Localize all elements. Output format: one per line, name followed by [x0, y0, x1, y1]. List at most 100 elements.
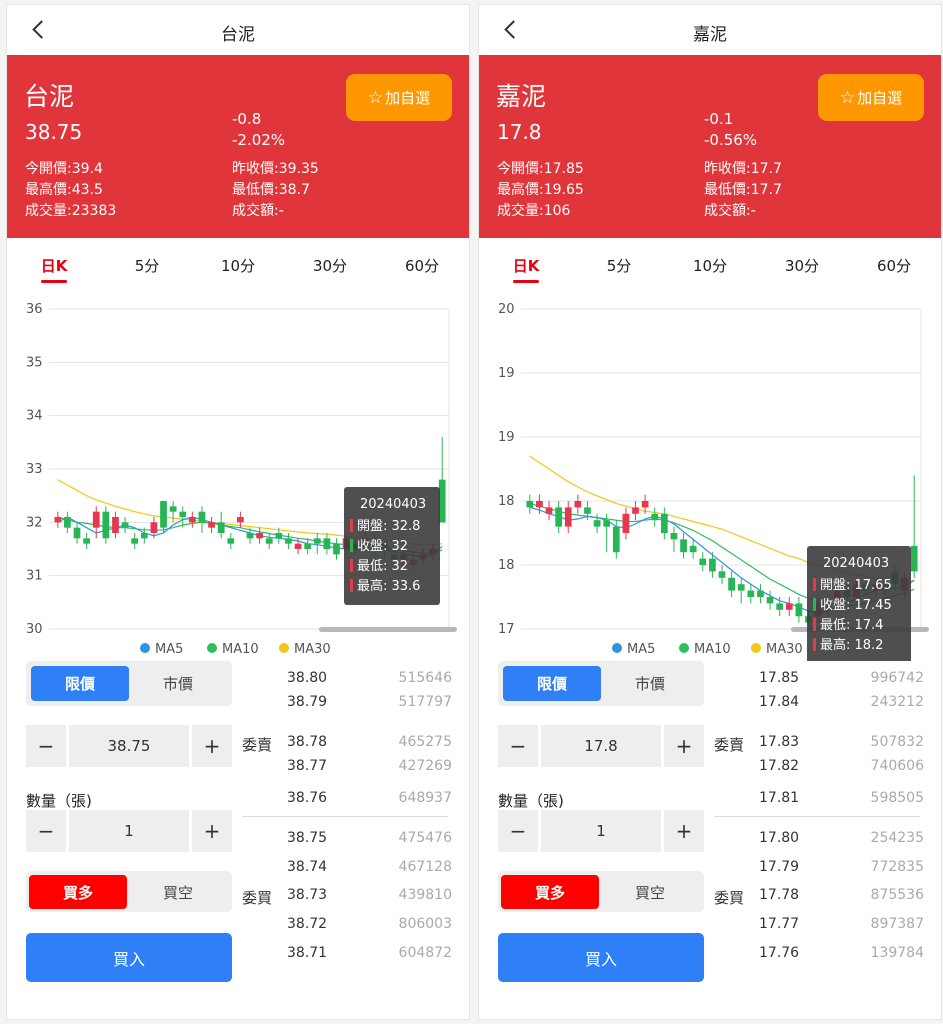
legend-dot: [140, 643, 150, 653]
ask-row: 17.82 740606: [712, 758, 932, 778]
candle-body: [584, 507, 591, 514]
price-change: -0.8: [232, 110, 262, 128]
bid-volume: 254235: [870, 830, 924, 846]
candle-body: [651, 513, 659, 521]
tab-10min[interactable]: 10分: [680, 255, 740, 276]
kline-chart[interactable]: 36 35 34 33 32 31 30 MA5 MA10 MA30 20240403 開盤: 32.…: [7, 291, 470, 661]
tab-10min[interactable]: 10分: [208, 255, 268, 276]
candle-body: [102, 511, 110, 539]
candle-body: [179, 511, 187, 517]
tooltip-date: 20240403: [823, 556, 889, 571]
candle-body: [246, 533, 254, 539]
limit-order-tab[interactable]: 限價: [503, 666, 601, 701]
price-plus-button[interactable]: +: [664, 725, 704, 767]
buy-short-tab[interactable]: 買空: [601, 875, 699, 909]
candle-body: [747, 590, 755, 597]
add-watchlist-button[interactable]: ☆ 加自選: [818, 74, 924, 121]
ask-price: 17.82: [759, 758, 800, 774]
candle-body: [612, 526, 620, 553]
buy-button[interactable]: 買入: [498, 933, 704, 982]
tooltip-row: 最低: 32: [357, 559, 408, 574]
add-watchlist-label: 加自選: [857, 89, 903, 107]
candle-body: [304, 543, 312, 549]
qty-minus-button[interactable]: −: [26, 810, 66, 852]
tab-day-k[interactable]: 日K: [496, 255, 556, 276]
bid-volume: 467128: [398, 859, 452, 875]
legend-dot: [679, 643, 689, 653]
tooltip-row: 最高: 33.6: [357, 578, 420, 594]
bid-price: 17.79: [759, 859, 800, 875]
bid-volume: 604872: [398, 945, 452, 961]
bid-volume: 139784: [870, 945, 924, 961]
buy-button[interactable]: 買入: [26, 933, 232, 982]
high-price: 最高價:43.5: [25, 182, 103, 198]
bid-row: 17.80 254235: [712, 830, 932, 850]
active-tab-underline: [513, 280, 539, 283]
quantity-input[interactable]: 1: [69, 810, 189, 852]
qty-plus-button[interactable]: +: [664, 810, 704, 852]
buy-short-tab[interactable]: 買空: [129, 875, 227, 909]
price-stepper: − 17.8 +: [498, 725, 704, 767]
candle-body: [188, 517, 196, 523]
quantity-stepper: − 1 +: [26, 810, 232, 852]
ask-row: 38.80 515646: [240, 670, 460, 690]
price-input[interactable]: 38.75: [69, 725, 189, 767]
tooltip-marker: [350, 519, 353, 532]
tooltip-row: 開盤: 32.8: [357, 519, 420, 534]
quantity-input[interactable]: 1: [541, 810, 661, 852]
bid-price: 38.73: [287, 887, 328, 903]
legend-dot: [207, 643, 217, 653]
qty-plus-button[interactable]: +: [192, 810, 232, 852]
book-divider: [714, 816, 920, 817]
candle-body: [83, 538, 90, 544]
add-watchlist-button[interactable]: ☆ 加自選: [346, 74, 452, 121]
ask-price: 17.84: [759, 694, 800, 710]
price-minus-button[interactable]: −: [26, 725, 66, 767]
ask-row: 38.79 517797: [240, 694, 460, 714]
tab-5min[interactable]: 5分: [589, 255, 649, 276]
ask-price: 38.79: [287, 694, 328, 710]
book-divider: [242, 816, 448, 817]
tooltip-marker: [813, 638, 816, 651]
limit-order-tab[interactable]: 限價: [31, 666, 129, 701]
bid-price: 38.74: [287, 859, 328, 875]
candle-body: [574, 501, 582, 508]
tab-30min[interactable]: 30分: [772, 255, 832, 276]
candle-body: [622, 513, 630, 533]
buy-long-tab[interactable]: 買多: [501, 875, 599, 909]
candle-body: [275, 533, 283, 539]
price-input[interactable]: 17.8: [541, 725, 661, 767]
market-order-tab[interactable]: 市價: [129, 666, 227, 701]
legend-label: MA10: [694, 642, 731, 657]
price-change-pct: -0.56%: [704, 131, 758, 149]
y-tick-label: 19: [498, 430, 515, 445]
order-type-toggle: 限價 市價: [26, 661, 232, 706]
y-tick-label: 17: [498, 622, 515, 637]
legend-dot: [612, 643, 622, 653]
y-tick-label: 19: [498, 366, 515, 381]
buy-long-tab[interactable]: 買多: [29, 875, 127, 909]
price-plus-button[interactable]: +: [192, 725, 232, 767]
candle-body: [728, 577, 735, 591]
ask-row: 38.78 465275: [240, 734, 460, 754]
price-minus-button[interactable]: −: [498, 725, 538, 767]
candle-body: [237, 517, 244, 523]
tab-5min[interactable]: 5分: [117, 255, 177, 276]
y-tick-label: 35: [26, 355, 43, 370]
stock-name: 台泥: [24, 82, 75, 111]
kline-chart[interactable]: 20 19 19 18 18 17 MA5 MA10 MA30 20240403 開盤: 17.65…: [479, 291, 942, 661]
legend-dot: [751, 643, 761, 653]
stock-price: 38.75: [25, 120, 83, 144]
y-tick-label: 33: [26, 462, 43, 477]
prev-close: 昨收價:39.35: [232, 161, 319, 177]
tab-30min[interactable]: 30分: [300, 255, 360, 276]
candle-body: [208, 522, 215, 528]
price-change: -0.1: [704, 110, 734, 128]
tab-day-k[interactable]: 日K: [24, 255, 84, 276]
tab-60min[interactable]: 60分: [864, 255, 924, 276]
legend-label: MA5: [155, 642, 183, 657]
market-order-tab[interactable]: 市價: [601, 666, 699, 701]
qty-minus-button[interactable]: −: [498, 810, 538, 852]
tab-60min[interactable]: 60分: [392, 255, 452, 276]
ask-row: 17.85 996742: [712, 670, 932, 690]
